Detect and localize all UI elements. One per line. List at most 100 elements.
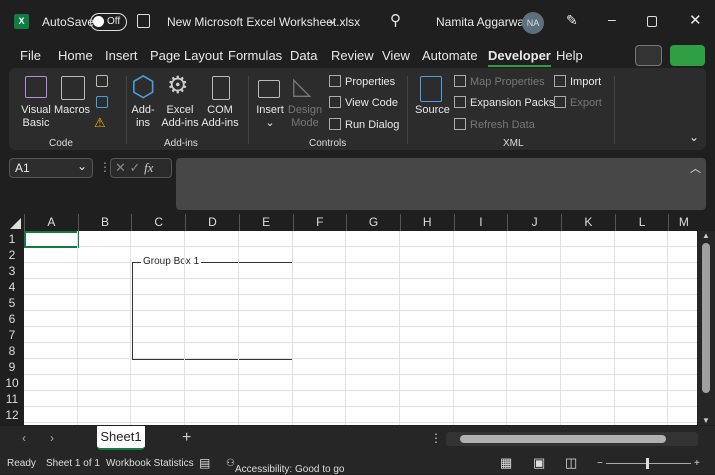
- tab-data[interactable]: Data: [290, 48, 317, 63]
- macros-button[interactable]: Macros: [54, 104, 90, 117]
- column-header-b[interactable]: B: [77, 214, 132, 231]
- zoom-slider[interactable]: [606, 458, 691, 469]
- collapse-formula-icon[interactable]: ︿: [690, 160, 701, 176]
- enter-icon[interactable]: ✓: [130, 160, 141, 175]
- horizontal-scrollbar[interactable]: [446, 432, 698, 446]
- tab-automate[interactable]: Automate: [422, 48, 478, 63]
- sheet-tab[interactable]: Sheet1: [97, 426, 145, 450]
- cancel-icon[interactable]: ✕: [115, 160, 126, 175]
- insert-function-button[interactable]: fx: [144, 160, 153, 175]
- row-header-2[interactable]: 2: [0, 247, 24, 263]
- row-header-8[interactable]: 8: [0, 343, 24, 359]
- cell-grid[interactable]: Group Box 1: [24, 231, 697, 425]
- select-all-button[interactable]: [0, 214, 24, 231]
- column-header-g[interactable]: G: [346, 214, 400, 231]
- tab-file[interactable]: File: [20, 48, 41, 63]
- com-addins-button[interactable]: COM Add-ins: [201, 104, 239, 130]
- tab-page-layout[interactable]: Page Layout: [150, 48, 223, 63]
- column-header-c[interactable]: C: [131, 214, 185, 231]
- row-header-1[interactable]: 1: [0, 231, 24, 247]
- export-button[interactable]: Export: [554, 96, 602, 109]
- column-header-j[interactable]: J: [507, 214, 561, 231]
- visual-basic-button[interactable]: Visual Basic: [19, 104, 53, 130]
- next-sheet-icon[interactable]: ›: [50, 431, 54, 445]
- search-icon[interactable]: ⚲: [390, 11, 401, 29]
- tab-formulas[interactable]: Formulas: [228, 48, 282, 63]
- import-button[interactable]: Import: [554, 75, 601, 88]
- column-header-i[interactable]: I: [453, 214, 508, 231]
- design-mode-button[interactable]: Design Mode: [287, 104, 323, 130]
- row-header-3[interactable]: 3: [0, 263, 24, 279]
- column-header-d[interactable]: D: [185, 214, 239, 231]
- chevron-down-icon[interactable]: ⌄: [77, 159, 87, 173]
- scroll-down-icon[interactable]: ▼: [702, 416, 710, 425]
- tab-insert[interactable]: Insert: [105, 48, 138, 63]
- avatar[interactable]: NA: [522, 12, 544, 34]
- row-header-5[interactable]: 5: [0, 295, 24, 311]
- statistics-icon[interactable]: ▤: [199, 456, 210, 470]
- maximize-button[interactable]: [647, 16, 657, 27]
- comments-button[interactable]: [635, 45, 662, 66]
- name-box[interactable]: A1 ⌄: [9, 158, 93, 178]
- minimize-button[interactable]: –: [608, 11, 616, 27]
- active-cell-a1[interactable]: [24, 231, 79, 248]
- autosave-toggle[interactable]: Off: [90, 13, 127, 31]
- refresh-data-button[interactable]: Refresh Data: [454, 118, 535, 131]
- add-sheet-button[interactable]: +: [182, 429, 191, 447]
- column-header-a[interactable]: A: [24, 214, 78, 231]
- zoom-in-button[interactable]: +: [694, 458, 700, 469]
- status-ready: Ready: [7, 458, 36, 469]
- tab-review[interactable]: Review: [331, 48, 374, 63]
- accessibility-status[interactable]: ⚇ Accessibility: Good to go: [226, 458, 344, 475]
- run-dialog-button[interactable]: Run Dialog: [329, 118, 399, 131]
- page-layout-view-icon[interactable]: ▣: [533, 455, 545, 471]
- column-header-e[interactable]: E: [238, 214, 293, 231]
- map-properties-button[interactable]: Map Properties: [454, 75, 545, 88]
- group-box-control[interactable]: Group Box 1: [132, 256, 293, 360]
- row-header-7[interactable]: 7: [0, 327, 24, 343]
- scroll-thumb[interactable]: [702, 243, 710, 393]
- scroll-up-icon[interactable]: ▲: [702, 231, 710, 240]
- view-code-button[interactable]: View Code: [329, 96, 398, 109]
- record-macro-icon[interactable]: [96, 75, 108, 87]
- vertical-scrollbar[interactable]: ▲ ▼: [697, 231, 715, 425]
- formula-input[interactable]: ︿: [176, 158, 706, 210]
- more-icon[interactable]: ⋮: [430, 431, 442, 445]
- share-button[interactable]: [670, 45, 705, 66]
- zoom-out-button[interactable]: −: [597, 458, 603, 469]
- excel-addins-button[interactable]: Excel Add-ins: [161, 104, 199, 130]
- column-header-f[interactable]: F: [292, 214, 347, 231]
- row-header-10[interactable]: 10: [0, 375, 24, 391]
- pen-icon[interactable]: ✎: [566, 12, 578, 29]
- save-icon[interactable]: [137, 14, 150, 28]
- workbook-statistics[interactable]: Workbook Statistics: [106, 458, 194, 469]
- column-header-m[interactable]: M: [668, 214, 698, 231]
- collapse-ribbon-icon[interactable]: ⌄: [689, 130, 699, 144]
- row-header-6[interactable]: 6: [0, 311, 24, 327]
- source-button[interactable]: Source: [415, 104, 450, 117]
- chevron-down-icon[interactable]: ⌄: [327, 13, 337, 27]
- column-header-h[interactable]: H: [399, 214, 454, 231]
- row-header-4[interactable]: 4: [0, 279, 24, 295]
- macro-security-icon[interactable]: ⚠: [94, 115, 106, 131]
- normal-view-icon[interactable]: ▦: [500, 455, 512, 471]
- expansion-packs-button[interactable]: Expansion Packs: [454, 96, 554, 109]
- properties-button[interactable]: Properties: [329, 75, 395, 88]
- relative-references-icon[interactable]: [96, 96, 108, 108]
- tab-developer[interactable]: Developer: [488, 48, 551, 67]
- row-header-9[interactable]: 9: [0, 359, 24, 375]
- close-button[interactable]: ✕: [689, 11, 702, 29]
- tab-view[interactable]: View: [382, 48, 410, 63]
- tab-home[interactable]: Home: [58, 48, 93, 63]
- page-break-view-icon[interactable]: ◫: [565, 455, 577, 471]
- column-header-k[interactable]: K: [561, 214, 615, 231]
- column-header-l[interactable]: L: [614, 214, 669, 231]
- addins-button[interactable]: Add-ins: [129, 104, 157, 130]
- scroll-thumb[interactable]: [460, 435, 666, 443]
- tab-help[interactable]: Help: [556, 48, 583, 63]
- prev-sheet-icon[interactable]: ‹: [22, 431, 26, 445]
- row-header-11[interactable]: 11: [0, 391, 24, 407]
- zoom-slider-thumb[interactable]: [646, 458, 649, 469]
- row-header-12[interactable]: 12: [0, 407, 24, 423]
- insert-control-button[interactable]: Insert ⌄: [254, 104, 286, 130]
